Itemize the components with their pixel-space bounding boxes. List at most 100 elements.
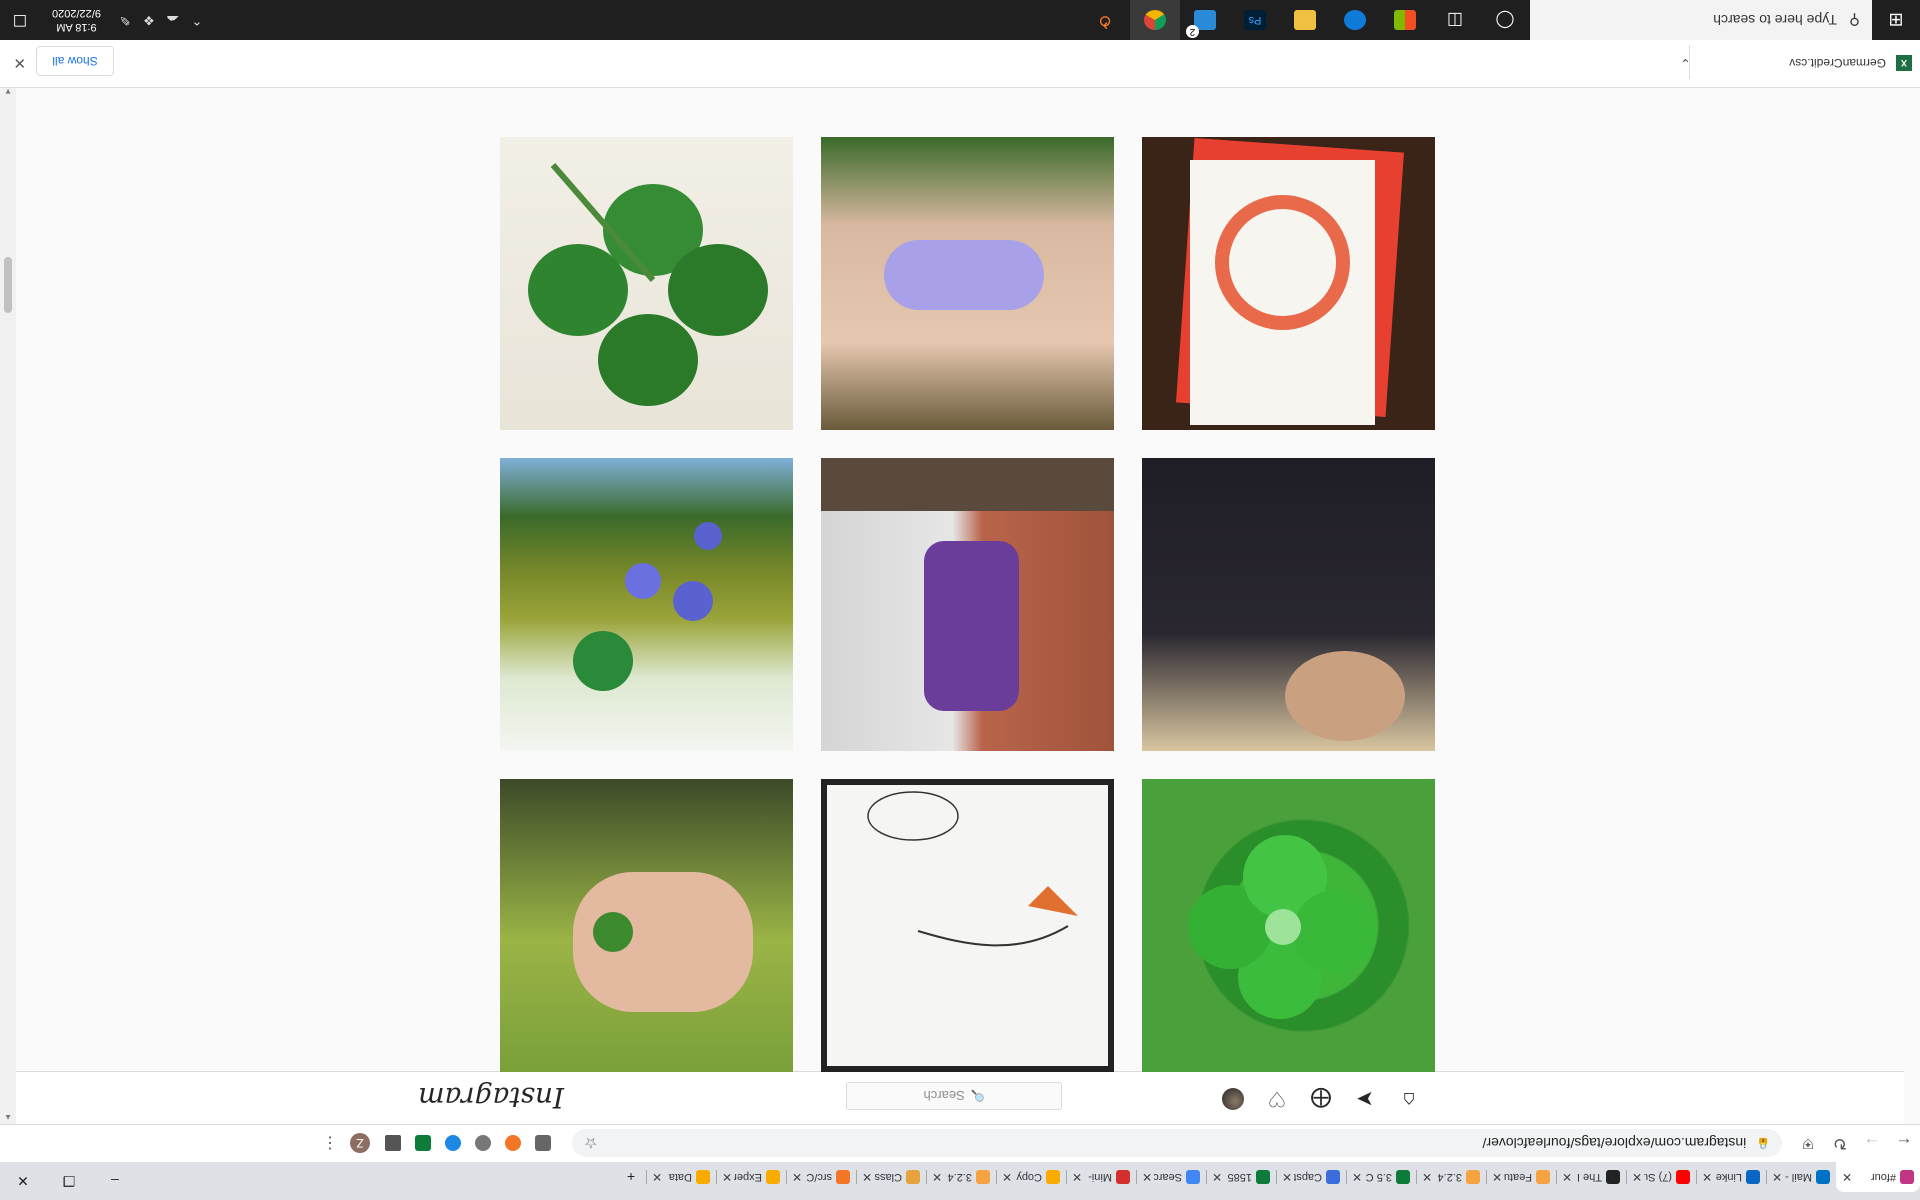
extension-icons: Z ⋮ [322, 1133, 558, 1154]
profile-avatar-icon[interactable] [1222, 1088, 1244, 1110]
post-thumbnail-person-brick-wall[interactable] [821, 458, 1114, 751]
post-thumbnail-clover-closeup[interactable] [1142, 779, 1435, 1072]
browser-tab[interactable]: Featu ✕ [1486, 1162, 1556, 1192]
tab-close-icon[interactable]: ✕ [932, 1170, 942, 1184]
restore-icon[interactable]: ❐ [46, 1173, 92, 1190]
activity-heart-icon[interactable]: ♡ [1266, 1088, 1288, 1111]
ext-circle-icon[interactable] [475, 1135, 491, 1152]
dropbox-icon[interactable]: ❖ [137, 12, 161, 28]
browser-tab[interactable]: 3.2.4 ✕ [926, 1162, 996, 1192]
bookmark-star-icon[interactable]: ☆ [584, 1135, 597, 1153]
pen-icon[interactable]: ✎ [113, 12, 137, 28]
forward-icon[interactable]: → [1856, 1134, 1888, 1154]
tab-close-icon[interactable]: ✕ [652, 1170, 662, 1184]
instagram-logo[interactable]: Instagram [418, 1081, 564, 1114]
page-scrollbar[interactable]: ▲ ▼ [0, 84, 16, 1124]
sync-app-icon[interactable]: ⥁ [1080, 0, 1130, 40]
browser-tab[interactable]: #four ✕ [1836, 1162, 1920, 1192]
browser-tab[interactable]: Class ✕ [856, 1162, 926, 1192]
reload-icon[interactable]: ↻ [1824, 1134, 1856, 1154]
chrome-menu-icon[interactable]: ⋮ [322, 1134, 338, 1154]
show-all-button[interactable]: Show all [36, 46, 114, 76]
cortana-icon[interactable]: ◯ [1480, 0, 1530, 40]
close-window-icon[interactable]: ✕ [0, 1173, 46, 1190]
ext-money-icon[interactable] [415, 1135, 431, 1152]
file-explorer-icon[interactable] [1280, 0, 1330, 40]
tab-close-icon[interactable]: ✕ [1072, 1170, 1082, 1184]
tab-close-icon[interactable]: ✕ [792, 1170, 802, 1184]
tab-close-icon[interactable]: ✕ [1772, 1170, 1782, 1184]
browser-tab[interactable]: (7) Su ✕ [1626, 1162, 1696, 1192]
browser-tab[interactable]: src/C ✕ [786, 1162, 856, 1192]
ext-g-icon[interactable] [535, 1135, 551, 1152]
tab-close-icon[interactable]: ✕ [1212, 1170, 1222, 1184]
mail-icon[interactable]: 2 [1180, 0, 1230, 40]
task-view-icon[interactable]: ◫ [1430, 0, 1480, 40]
tab-close-icon[interactable]: ✕ [1632, 1170, 1642, 1184]
home-icon[interactable]: ⌂ [1398, 1088, 1420, 1111]
post-thumbnail-person-shirt[interactable] [1142, 458, 1435, 751]
photoshop-icon[interactable]: Ps [1230, 0, 1280, 40]
tab-close-icon[interactable]: ✕ [1002, 1170, 1012, 1184]
browser-tab[interactable]: Capst ✕ [1276, 1162, 1346, 1192]
browser-tab[interactable]: Data ✕ [646, 1162, 716, 1192]
tab-title: Mail - [1785, 1171, 1812, 1183]
browser-tab[interactable]: Copy ✕ [996, 1162, 1066, 1192]
browser-tab[interactable]: Exper ✕ [716, 1162, 786, 1192]
back-icon[interactable]: ← [1888, 1134, 1920, 1154]
post-thumbnail-hand-clover[interactable] [500, 779, 793, 1072]
tab-close-icon[interactable]: ✕ [1282, 1170, 1292, 1184]
chrome-icon[interactable] [1130, 0, 1180, 40]
tab-close-icon[interactable]: ✕ [1562, 1170, 1572, 1184]
download-item[interactable]: X GermanCredit.csv ⌄ [1680, 47, 1912, 79]
tab-close-icon[interactable]: ✕ [1142, 1170, 1152, 1184]
browser-tab[interactable]: The I ✕ [1556, 1162, 1626, 1192]
minimize-icon[interactable]: – [92, 1173, 138, 1189]
new-tab-icon[interactable]: + [616, 1162, 646, 1192]
browser-tab[interactable]: 1585 ✕ [1206, 1162, 1276, 1192]
taskbar-clock[interactable]: 9:18 AM 9/22/2020 [52, 6, 101, 34]
edge-icon[interactable] [1330, 0, 1380, 40]
taskbar-search-box[interactable]: ⚲ Type here to search [1530, 0, 1872, 40]
post-thumbnail-four-leaf-clover[interactable] [500, 137, 793, 430]
tab-close-icon[interactable]: ✕ [1702, 1170, 1712, 1184]
ext-blue-icon[interactable] [445, 1135, 461, 1152]
browser-tab[interactable]: Mail - ✕ [1766, 1162, 1836, 1192]
tab-title: 1585 [1227, 1171, 1252, 1183]
browser-tab[interactable]: Mini- ✕ [1066, 1162, 1136, 1192]
scrollbar-thumb[interactable] [4, 257, 12, 313]
office-icon[interactable] [1380, 0, 1430, 40]
tab-close-icon[interactable]: ✕ [1492, 1170, 1502, 1184]
browser-tab[interactable]: Searc ✕ [1136, 1162, 1206, 1192]
tab-title: 3.2.4 [1437, 1171, 1462, 1183]
browser-tab[interactable]: 3.5 C ✕ [1346, 1162, 1416, 1192]
tab-close-icon[interactable]: ✕ [1422, 1170, 1432, 1184]
ext-x-icon[interactable] [505, 1135, 521, 1152]
instagram-search-input[interactable]: 🔍 Search [846, 1082, 1062, 1110]
scroll-down-arrow-icon[interactable]: ▼ [4, 87, 12, 96]
action-center-icon[interactable]: ☐ [0, 10, 40, 30]
post-thumbnail-comic-sketch[interactable] [821, 779, 1114, 1072]
onedrive-cloud-icon[interactable]: ☁ [161, 12, 185, 28]
tab-close-icon[interactable]: ✕ [1352, 1170, 1362, 1184]
extensions-puzzle-icon[interactable] [385, 1135, 401, 1152]
browser-tab[interactable]: Linke ✕ [1696, 1162, 1766, 1192]
tab-close-icon[interactable]: ✕ [862, 1170, 872, 1184]
instagram-nav: ⌂ ➤ ⨁ ♡ [1222, 1088, 1420, 1111]
address-bar[interactable]: 🔒 instagram.com/explore/tags/fourleafclo… [572, 1129, 1782, 1158]
profile-avatar[interactable]: Z [350, 1133, 370, 1154]
explore-compass-icon[interactable]: ⨁ [1310, 1088, 1332, 1111]
scroll-up-arrow-icon[interactable]: ▲ [4, 1113, 12, 1122]
browser-tab[interactable]: 3.2.4 ✕ [1416, 1162, 1486, 1192]
tab-close-icon[interactable]: ✕ [722, 1170, 732, 1184]
post-thumbnail-wildflowers-lake[interactable] [500, 458, 793, 751]
direct-message-icon[interactable]: ➤ [1354, 1088, 1376, 1111]
chevron-up-icon[interactable]: ⌃ [185, 12, 209, 28]
post-thumbnail-redhead-card[interactable] [1142, 137, 1435, 430]
windows-start-icon[interactable]: ⊞ [1872, 10, 1920, 31]
close-downloads-icon[interactable]: ✕ [13, 54, 26, 72]
post-thumbnail-beaded-outfit[interactable] [821, 137, 1114, 430]
tab-close-icon[interactable]: ✕ [1842, 1170, 1852, 1184]
shield-icon[interactable]: ⛨ [1792, 1135, 1824, 1152]
purple-dress-shape [924, 541, 1019, 711]
